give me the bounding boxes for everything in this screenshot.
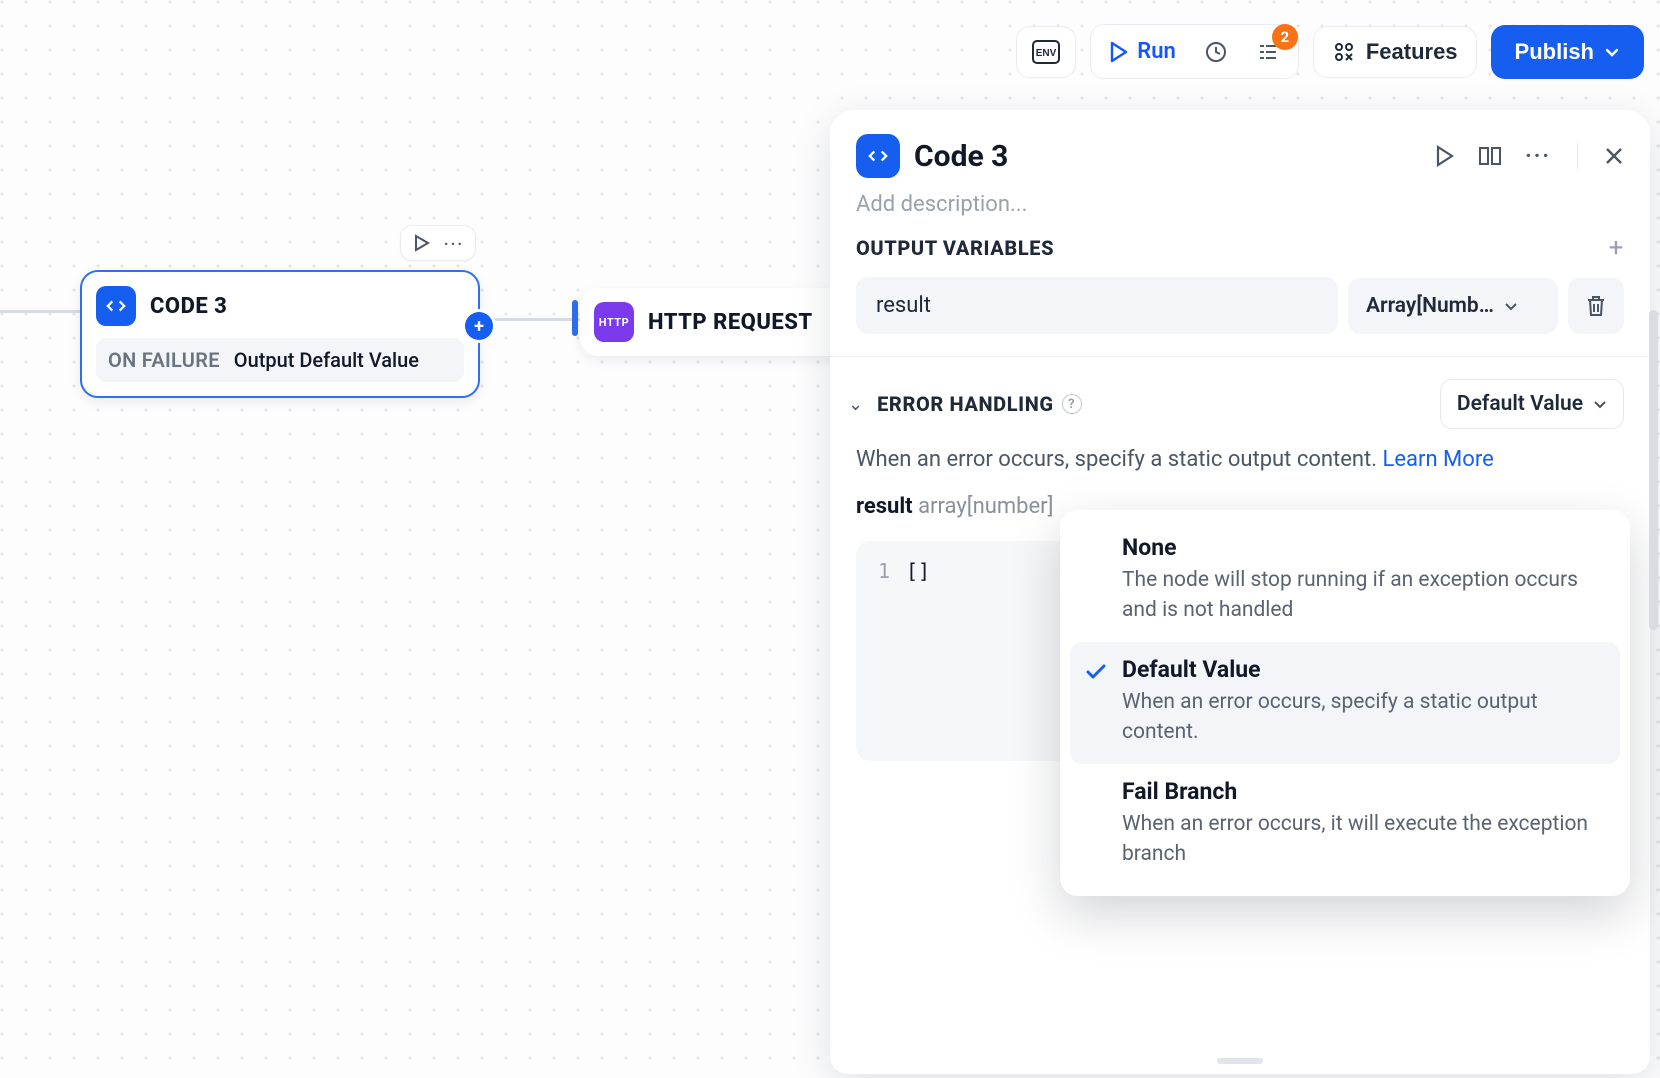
result-key: result: [856, 494, 913, 519]
panel-resize-handle[interactable]: [1217, 1058, 1263, 1064]
output-section-title: OUTPUT VARIABLES +: [830, 229, 1650, 263]
panel-title[interactable]: Code 3: [914, 139, 1421, 174]
failure-value: Output Default Value: [234, 348, 419, 372]
option-desc: The node will stop running if an excepti…: [1122, 565, 1602, 626]
more-icon[interactable]: ···: [1525, 144, 1551, 169]
panel-header: Code 3 ···: [830, 110, 1650, 186]
env-button[interactable]: ENV: [1016, 26, 1076, 78]
divider: [830, 356, 1650, 357]
svg-text:ENV: ENV: [1036, 48, 1057, 59]
add-connection-handle[interactable]: +: [465, 312, 493, 340]
run-label: Run: [1137, 39, 1176, 64]
panel-actions: ···: [1435, 143, 1624, 169]
edge-in: [0, 310, 82, 313]
run-button[interactable]: Run: [1097, 31, 1188, 72]
node-more-icon[interactable]: ···: [443, 232, 465, 254]
option-title: Fail Branch: [1122, 778, 1602, 805]
close-icon[interactable]: [1604, 146, 1624, 166]
error-handling-select[interactable]: Default Value: [1440, 379, 1624, 429]
delete-output-button[interactable]: [1568, 278, 1624, 334]
chevron-down-icon: [1504, 299, 1518, 313]
node-title: CODE 3: [150, 294, 227, 319]
node-context-toolbar: ···: [400, 225, 476, 261]
error-text: When an error occurs, specify a static o…: [856, 447, 1383, 472]
dropdown-option-fail-branch[interactable]: Fail Branch When an error occurs, it wil…: [1070, 764, 1620, 886]
node-header: HTTP HTTP REQUEST: [594, 302, 856, 342]
panel-run-icon[interactable]: [1435, 145, 1455, 167]
output-type-select[interactable]: Array[Numb…: [1348, 278, 1558, 334]
run-group: Run 2: [1090, 24, 1299, 79]
check-icon: [1084, 660, 1108, 684]
play-icon: [1109, 41, 1129, 63]
history-icon: [1204, 40, 1228, 64]
dropdown-option-none[interactable]: None The node will stop running if an ex…: [1070, 520, 1620, 642]
failure-label: ON FAILURE: [108, 348, 220, 372]
chevron-down-icon: [1593, 397, 1607, 411]
checklist-button[interactable]: 2: [1244, 32, 1292, 72]
description-input[interactable]: Add description...: [830, 186, 1650, 235]
error-handling-row: ⌄ ERROR HANDLING ? Default Value: [830, 375, 1650, 429]
edge-between: [480, 318, 580, 321]
publish-label: Publish: [1515, 39, 1594, 65]
dropdown-option-default-value[interactable]: Default Value When an error occurs, spec…: [1070, 642, 1620, 764]
node-code3[interactable]: CODE 3 ON FAILURE Output Default Value +: [80, 270, 480, 398]
result-type: array[number]: [918, 494, 1053, 519]
history-button[interactable]: [1192, 32, 1240, 72]
scrollbar-thumb[interactable]: [1649, 310, 1658, 630]
features-label: Features: [1366, 39, 1458, 65]
separator: [1577, 143, 1578, 169]
code-icon: [96, 286, 136, 326]
node-run-icon[interactable]: [411, 232, 433, 254]
error-handling-dropdown: None The node will stop running if an ex…: [1060, 510, 1630, 896]
docs-icon[interactable]: [1477, 144, 1503, 168]
publish-button[interactable]: Publish: [1491, 25, 1644, 79]
error-handling-body: When an error occurs, specify a static o…: [830, 429, 1650, 472]
http-icon: HTTP: [594, 302, 634, 342]
code-content[interactable]: []: [900, 541, 930, 761]
error-select-label: Default Value: [1457, 392, 1583, 416]
chevron-down-icon: [1604, 44, 1620, 60]
error-section-title: ERROR HANDLING ?: [877, 392, 1082, 416]
node-header: CODE 3: [96, 286, 464, 326]
code-gutter: 1: [856, 541, 900, 761]
collapse-icon[interactable]: ⌄: [842, 394, 869, 415]
node-failure-badge: ON FAILURE Output Default Value: [96, 338, 464, 382]
learn-more-link[interactable]: Learn More: [1383, 447, 1494, 472]
features-button[interactable]: Features: [1313, 26, 1477, 78]
node-title: HTTP REQUEST: [648, 310, 813, 335]
top-toolbar: ENV Run 2 Features Publish: [1016, 24, 1644, 79]
output-type-label: Array[Numb…: [1366, 294, 1494, 318]
option-title: Default Value: [1122, 656, 1602, 683]
output-name-input[interactable]: result: [856, 277, 1338, 334]
checklist-badge: 2: [1272, 24, 1298, 50]
edge-handle: [572, 300, 578, 336]
code-icon: [856, 134, 900, 178]
option-title: None: [1122, 534, 1602, 561]
help-icon[interactable]: ?: [1062, 394, 1082, 414]
output-variable-row: result Array[Numb…: [830, 263, 1650, 356]
features-icon: [1332, 40, 1356, 64]
add-output-icon[interactable]: +: [1609, 233, 1624, 263]
option-desc: When an error occurs, specify a static o…: [1122, 687, 1602, 748]
option-desc: When an error occurs, it will execute th…: [1122, 809, 1602, 870]
node-http-request[interactable]: HTTP HTTP REQUEST: [580, 288, 870, 356]
